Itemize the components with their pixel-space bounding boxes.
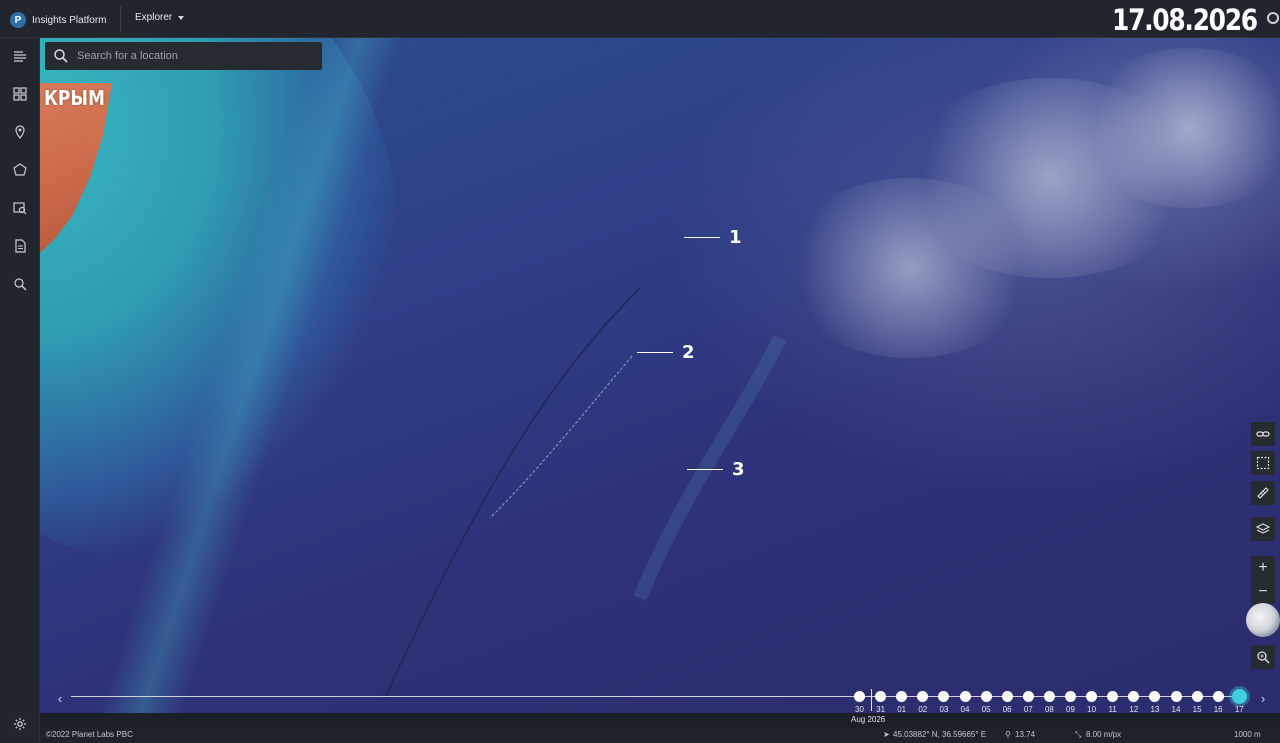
timeline-date-label: 09 [1066, 705, 1075, 714]
chevron-down-icon [178, 15, 185, 20]
timeline-date[interactable] [1065, 691, 1076, 702]
marker-line [637, 351, 673, 353]
timeline-date[interactable] [980, 691, 992, 702]
image-search-icon[interactable] [12, 200, 28, 216]
search-icon [54, 49, 68, 63]
zoom-level: 13.74 [1015, 730, 1036, 739]
timeline-date[interactable] [1128, 691, 1140, 702]
timeline-date[interactable] [1149, 691, 1161, 702]
dashboard-icon[interactable] [12, 86, 28, 102]
timeline-month-label: Aug 2026 [851, 715, 886, 724]
timeline-date[interactable] [1212, 691, 1224, 702]
marker-1: 1 [684, 226, 742, 248]
timeline-date-label: 05 [981, 705, 991, 714]
zoom-controls: + − [1251, 556, 1275, 604]
brand-name: Insights Platform [32, 14, 107, 26]
globe-icon[interactable] [1246, 603, 1280, 637]
timeline-date[interactable] [1191, 691, 1203, 702]
location-pin-icon[interactable] [12, 124, 28, 140]
timeline-date-label: 08 [1044, 705, 1054, 714]
help-icon[interactable] [1267, 12, 1279, 24]
timeline-date-label: 06 [1002, 705, 1012, 714]
timeline-date-label: 12 [1129, 705, 1139, 714]
timeline-date-label: 14 [1171, 705, 1181, 714]
explorer-label: Explorer [135, 12, 173, 23]
timeline-date[interactable] [1170, 691, 1182, 702]
timeline-date-label: 10 [1087, 705, 1097, 714]
analytics-icon[interactable] [12, 276, 28, 292]
timeline-date-label: 16 [1213, 705, 1223, 714]
timeline-date[interactable] [938, 691, 950, 702]
search-input[interactable] [77, 50, 307, 62]
gear-icon[interactable] [12, 716, 28, 732]
ruler-icon[interactable] [1251, 481, 1275, 505]
timeline-date-selected[interactable] [1231, 689, 1247, 704]
timeline-date-label: 04 [960, 705, 970, 714]
top-bar: P Insights Platform Explorer 17.08.2026 [0, 0, 1280, 38]
timeline-date[interactable] [1001, 691, 1013, 702]
timeline-date-label: 03 [939, 705, 949, 714]
timeline-date[interactable] [1107, 691, 1119, 702]
catalog-icon[interactable] [12, 48, 28, 64]
report-icon[interactable] [12, 238, 28, 254]
timeline-date[interactable] [1022, 691, 1034, 702]
timeline-next-button[interactable]: › [1257, 691, 1269, 706]
cursor-icon: ➤ [883, 730, 890, 739]
marker-2: 2 [637, 341, 695, 363]
timeline-prev-button[interactable]: ‹ [54, 691, 66, 706]
zoom-search-icon[interactable] [1251, 645, 1275, 669]
timeline-date[interactable] [917, 691, 929, 702]
brand[interactable]: P Insights Platform [10, 10, 106, 30]
divider [120, 6, 121, 32]
timeline-date-label: 15 [1192, 705, 1202, 714]
timeline-date-label: 02 [918, 705, 928, 714]
timeline-date-label: 07 [1023, 705, 1033, 714]
timeline: ‹ 30 31 01 02 03 04 05 06 07 08 09 10 11 12 13 14 15 16 17… [40, 685, 1280, 715]
timeline-date-label: 30 [855, 705, 864, 714]
timeline-date-label: 31 [876, 705, 886, 714]
zoom-icon: ⚲ [1005, 730, 1011, 739]
marker-line [687, 468, 723, 470]
marker-3: 3 [687, 458, 745, 480]
timeline-date[interactable] [959, 691, 971, 702]
coordinates: 45.03882° N, 36.59665° E [893, 730, 987, 739]
copyright: ©2022 Planet Labs PBC [46, 730, 133, 739]
brand-logo: P [10, 12, 26, 28]
timeline-date[interactable] [896, 691, 908, 702]
explorer-menu[interactable]: Explorer [135, 12, 185, 23]
ship-wakes [384, 287, 787, 699]
timeline-date[interactable] [1043, 691, 1055, 702]
marker-label: 2 [682, 341, 695, 363]
zoom-in-button[interactable]: + [1251, 556, 1275, 580]
zoom-out-button[interactable]: − [1251, 580, 1275, 604]
date-overlay: 17.08.2026 [1112, 3, 1258, 37]
polygon-icon[interactable] [12, 162, 28, 178]
resolution: 8.00 m/px [1086, 730, 1122, 739]
marker-line [684, 236, 720, 238]
scale: 1000 m [1234, 730, 1261, 739]
timeline-date-label: 13 [1150, 705, 1160, 714]
select-area-icon[interactable] [1251, 451, 1275, 475]
layers-icon[interactable] [1251, 517, 1275, 541]
timeline-date[interactable] [1086, 691, 1098, 702]
resolution-icon: ⤡ [1075, 730, 1082, 739]
status-bar: ©2022 Planet Labs PBC ➤ 45.03882° N, 36.… [40, 728, 1280, 743]
marker-label: 3 [732, 458, 745, 480]
timeline-date-label: 17 [1234, 705, 1244, 714]
timeline-date-label: 01 [897, 705, 907, 714]
marker-label: 1 [729, 226, 742, 248]
timeline-date[interactable] [854, 691, 865, 702]
search-box[interactable] [45, 42, 322, 70]
timeline-date[interactable] [875, 691, 887, 702]
link-icon[interactable] [1251, 422, 1275, 446]
left-sidebar [0, 38, 40, 743]
app: P Insights Platform Explorer 17.08.2026 [0, 0, 1280, 743]
timeline-date-label: 11 [1108, 705, 1117, 714]
satellite-map[interactable]: КРЫМ 1 2 3 [40, 38, 1280, 713]
